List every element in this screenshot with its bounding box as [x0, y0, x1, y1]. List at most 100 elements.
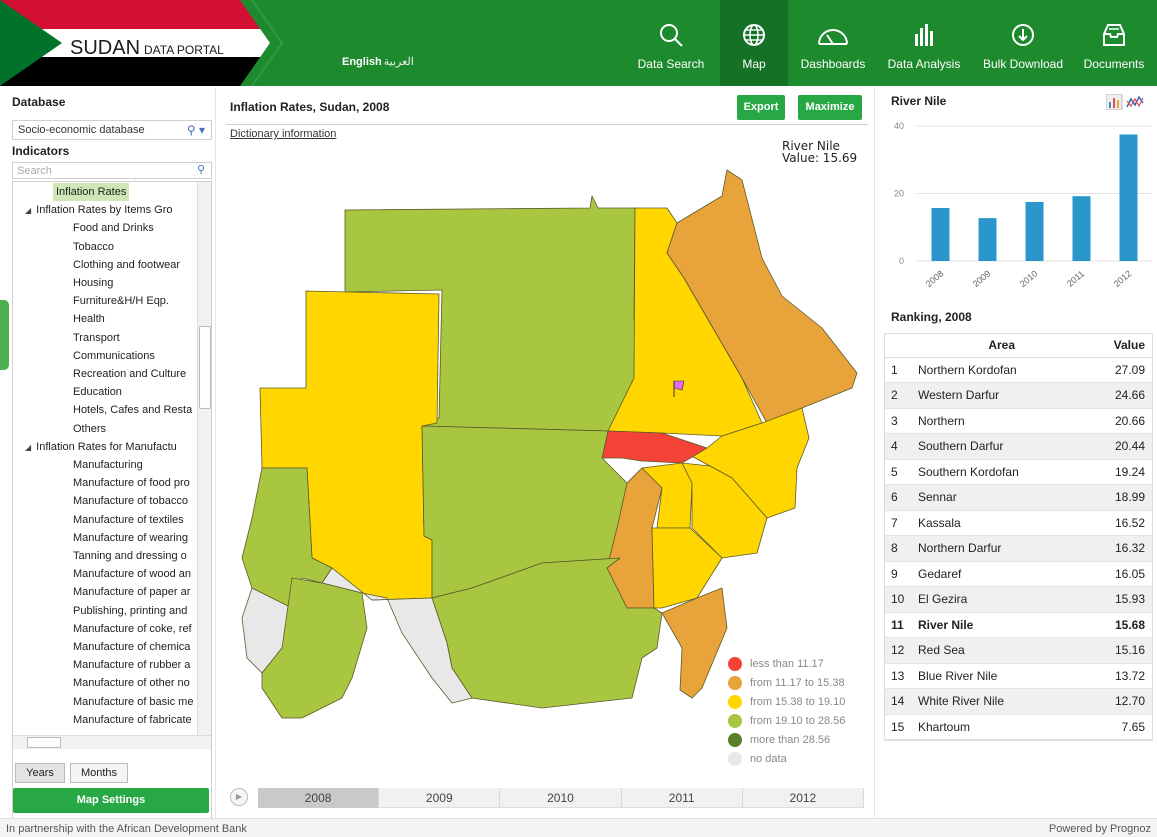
chart-bar[interactable] — [1072, 196, 1091, 261]
tree-item[interactable]: Manufacturing — [73, 456, 143, 474]
tree-vertical-scrollbar[interactable] — [197, 182, 211, 737]
tree-item[interactable]: Manufacture of food pro — [73, 474, 190, 492]
tree-item[interactable]: Furniture&H/H Eqp. — [73, 292, 169, 310]
tree-item-label: Recreation and Culture — [73, 368, 187, 380]
tree-item[interactable]: Education — [73, 383, 122, 401]
tree-item[interactable]: Manufacture of chemica — [73, 638, 190, 656]
nav-data-search[interactable]: Data Search — [630, 0, 712, 86]
table-row[interactable]: 5 Southern Kordofan 19.24 — [884, 459, 1153, 485]
tree-item[interactable]: Recreation and Culture — [73, 365, 186, 383]
table-row[interactable]: 4 Southern Darfur 20.44 — [884, 433, 1153, 460]
timeline-year[interactable]: 2008 — [258, 788, 380, 808]
table-row[interactable]: 6 Sennar 18.99 — [884, 484, 1153, 511]
rank-cell: 10 — [884, 586, 916, 613]
months-button[interactable]: Months — [70, 763, 128, 783]
y-tick-label: 20 — [894, 189, 904, 199]
rank-cell: 7 — [884, 510, 916, 536]
tree-item[interactable]: Hotels, Cafes and Resta — [73, 401, 192, 419]
tree-item[interactable]: Food and Drinks — [73, 219, 154, 237]
portal-logo[interactable]: SUDAN DATA PORTAL — [70, 37, 224, 60]
value-cell: 16.52 — [1087, 510, 1153, 536]
tree-item[interactable]: Tobacco — [73, 238, 114, 256]
tree-horizontal-scrollbar[interactable] — [13, 735, 211, 749]
expand-triangle-icon[interactable]: ◢ — [25, 206, 31, 215]
tree-item[interactable]: Health — [73, 310, 105, 328]
chart-bar[interactable] — [1025, 201, 1044, 261]
tree-item[interactable]: Tanning and dressing o — [73, 547, 187, 565]
database-select[interactable]: Socio-economic database ⚲ ▾ — [12, 120, 212, 140]
tree-item[interactable]: Manufacture of wearing — [73, 529, 188, 547]
timeline-year[interactable]: 2012 — [743, 788, 864, 808]
chart-bar[interactable] — [978, 218, 997, 261]
col-area[interactable]: Area — [916, 333, 1088, 358]
lang-arabic[interactable]: العربية — [384, 56, 414, 68]
tree-item[interactable]: Communications — [73, 347, 155, 365]
scrollbar-thumb[interactable] — [27, 737, 61, 748]
lang-english[interactable]: English — [342, 56, 382, 68]
indicator-search-input[interactable]: Search ⚲ — [12, 162, 212, 179]
tree-item-label: Furniture&H/H Eqp. — [73, 295, 169, 308]
table-row[interactable]: 14 White River Nile 12.70 — [884, 688, 1153, 715]
chart-bar[interactable] — [1119, 134, 1138, 261]
tree-item[interactable]: Manufacture of fabricate — [73, 711, 192, 729]
timeline-year[interactable]: 2011 — [622, 788, 743, 808]
legend-item: from 11.17 to 15.38 — [728, 674, 863, 693]
line-chart-toggle-icon[interactable] — [1126, 95, 1144, 108]
tree-item[interactable]: ◢ Inflation Rates by Items Gro — [25, 201, 173, 219]
table-row[interactable]: 12 Red Sea 15.16 — [884, 637, 1153, 664]
table-row[interactable]: 10 El Gezira 15.93 — [884, 586, 1153, 613]
legend-item: less than 11.17 — [728, 655, 863, 674]
table-row[interactable]: 7 Kassala 16.52 — [884, 510, 1153, 536]
dictionary-link[interactable]: Dictionary information — [230, 128, 336, 140]
tree-item-label: Others — [73, 422, 107, 435]
tree-item[interactable]: Housing — [73, 274, 113, 292]
tree-item[interactable]: Manufacture of basic me — [73, 693, 193, 711]
nav-bulk-download[interactable]: Bulk Download — [976, 0, 1070, 86]
table-row[interactable]: 13 Blue River Nile 13.72 — [884, 663, 1153, 689]
tree-item[interactable]: Clothing and footwear — [73, 256, 180, 274]
nav-label: Data Search — [637, 57, 705, 71]
tree-item[interactable]: Manufacture of wood an — [73, 565, 191, 583]
area-cell: El Gezira — [916, 586, 1088, 613]
tree-item[interactable]: Manufacture of other no — [73, 674, 190, 692]
tree-item[interactable]: Manufacture of coke, ref — [73, 620, 192, 638]
tree-item[interactable]: Others — [73, 420, 106, 438]
timeline-year[interactable]: 2009 — [379, 788, 501, 808]
tree-item-label: Communications — [73, 349, 155, 362]
chart-bar[interactable] — [931, 208, 950, 261]
table-row[interactable]: 2 Western Darfur 24.66 — [884, 382, 1153, 409]
col-value[interactable]: Value — [1087, 333, 1153, 358]
tree-item[interactable]: Manufacture of textiles — [73, 511, 184, 529]
area-cell: Western Darfur — [916, 382, 1088, 409]
table-row[interactable]: 11 River Nile 15.68 — [884, 612, 1153, 638]
table-row[interactable]: 9 Gedaref 16.05 — [884, 561, 1153, 587]
tree-item[interactable]: Manufacture of paper ar — [73, 583, 190, 601]
rank-cell: 4 — [884, 433, 916, 460]
table-row[interactable]: 8 Northern Darfur 16.32 — [884, 535, 1153, 562]
tree-item[interactable]: Publishing, printing and — [73, 602, 187, 620]
scrollbar-thumb[interactable] — [199, 326, 211, 409]
legend-label: from 19.10 to 28.56 — [750, 715, 846, 727]
table-row[interactable]: 15 Khartoum 7.65 — [884, 714, 1153, 740]
tree-item[interactable]: Transport — [73, 329, 120, 347]
nav-dashboards[interactable]: Dashboards — [794, 0, 872, 86]
table-row[interactable]: 3 Northern 20.66 — [884, 408, 1153, 434]
map-settings-button[interactable]: Map Settings — [13, 788, 209, 813]
tree-item[interactable]: ◢ Inflation Rates for Manufactu — [25, 438, 177, 456]
maximize-button[interactable]: Maximize — [798, 95, 862, 120]
nav-documents[interactable]: Documents — [1076, 0, 1152, 86]
nav-map[interactable]: Map — [720, 0, 788, 86]
nav-data-analysis[interactable]: Data Analysis — [880, 0, 968, 86]
years-button[interactable]: Years — [15, 763, 65, 783]
expand-triangle-icon[interactable]: ◢ — [25, 443, 31, 452]
tree-item[interactable]: Inflation Rates — [53, 183, 130, 201]
tree-item[interactable]: Manufacture of rubber a — [73, 656, 190, 674]
bar-chart-toggle-icon[interactable] — [1106, 94, 1123, 110]
export-button[interactable]: Export — [737, 95, 785, 120]
area-cell: Northern — [916, 408, 1088, 434]
table-row[interactable]: 1 Northern Kordofan 27.09 — [884, 357, 1153, 383]
search-dropdown-icon: ⚲ ▾ — [186, 123, 205, 137]
play-icon[interactable]: ▶ — [230, 788, 248, 806]
timeline-year[interactable]: 2010 — [500, 788, 622, 808]
tree-item[interactable]: Manufacture of tobacco — [73, 492, 188, 510]
